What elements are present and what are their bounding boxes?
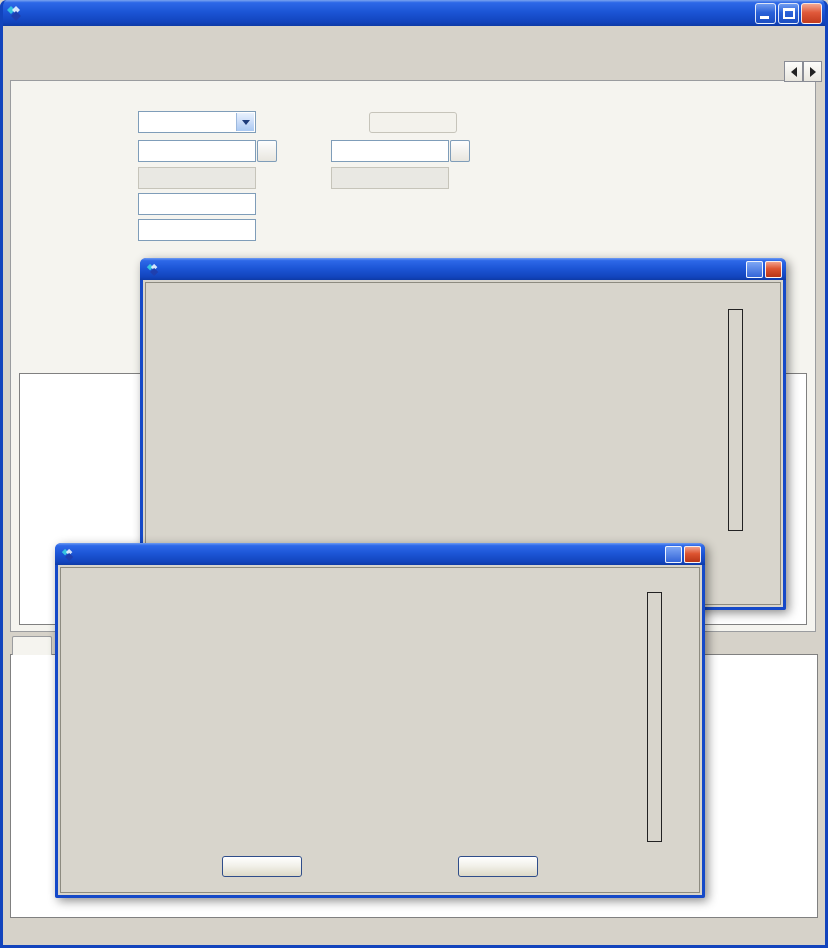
output-obs-field — [138, 167, 256, 189]
mp-dialog-content — [58, 565, 702, 895]
colorbar-gradient — [728, 309, 743, 531]
snr-colorbar — [686, 309, 748, 531]
action-select[interactable] — [138, 111, 256, 133]
bnc-logo-icon — [146, 263, 159, 276]
maximize-button[interactable] — [778, 3, 799, 24]
close-plot-button[interactable] — [222, 856, 302, 877]
menu-help[interactable] — [28, 33, 36, 39]
arrow-left-icon — [791, 67, 797, 77]
colorbar-gradient — [647, 592, 662, 842]
bnc-main-window — [0, 0, 828, 948]
chevron-down-icon — [242, 120, 250, 129]
plots-dir-field[interactable] — [138, 219, 256, 241]
snr-dialog-close-button[interactable] — [765, 261, 782, 278]
mp1-skyplot — [87, 597, 337, 847]
output-nav-field — [331, 167, 449, 189]
arrow-right-icon — [810, 67, 816, 77]
menu-file[interactable] — [8, 33, 16, 39]
streams-header — [21, 357, 53, 369]
mp-dialog-close-button[interactable] — [684, 546, 701, 563]
bnc-logo-icon — [61, 548, 74, 561]
set-edit-options-button[interactable] — [369, 112, 457, 133]
tab-scroll-buttons — [784, 61, 822, 82]
tab-scroll-right-button[interactable] — [803, 61, 822, 82]
mp-dialog-help-button[interactable] — [665, 546, 682, 563]
snr2-skyplot — [454, 312, 704, 562]
minimize-icon — [760, 16, 769, 19]
menu-bar — [0, 26, 828, 46]
mp-plot-dialog — [55, 543, 705, 898]
browse-obs-button[interactable] — [257, 140, 277, 162]
logfile-field[interactable] — [138, 193, 256, 215]
tab-log[interactable] — [12, 636, 52, 655]
mp2-skyplot — [369, 597, 619, 847]
window-titlebar[interactable] — [0, 0, 828, 26]
status-bar — [0, 920, 828, 948]
mp-dialog-titlebar[interactable] — [55, 543, 705, 565]
maximize-icon — [783, 8, 795, 19]
snr1-skyplot — [172, 312, 422, 562]
snr-dialog-titlebar[interactable] — [140, 258, 786, 280]
tab-bar — [12, 57, 782, 81]
input-nav-field[interactable] — [331, 140, 449, 162]
minimize-button[interactable] — [755, 3, 776, 24]
tab-scroll-left-button[interactable] — [784, 61, 803, 82]
mp-colorbar — [605, 592, 667, 842]
print-plot-button[interactable] — [458, 856, 538, 877]
bnc-logo-icon — [6, 5, 22, 21]
browse-nav-button[interactable] — [450, 140, 470, 162]
input-obs-field[interactable] — [138, 140, 256, 162]
snr-dialog-help-button[interactable] — [746, 261, 763, 278]
colorbar-unit-label — [672, 641, 688, 791]
close-button[interactable] — [801, 3, 822, 24]
combo-dropdown-button[interactable] — [236, 113, 254, 131]
